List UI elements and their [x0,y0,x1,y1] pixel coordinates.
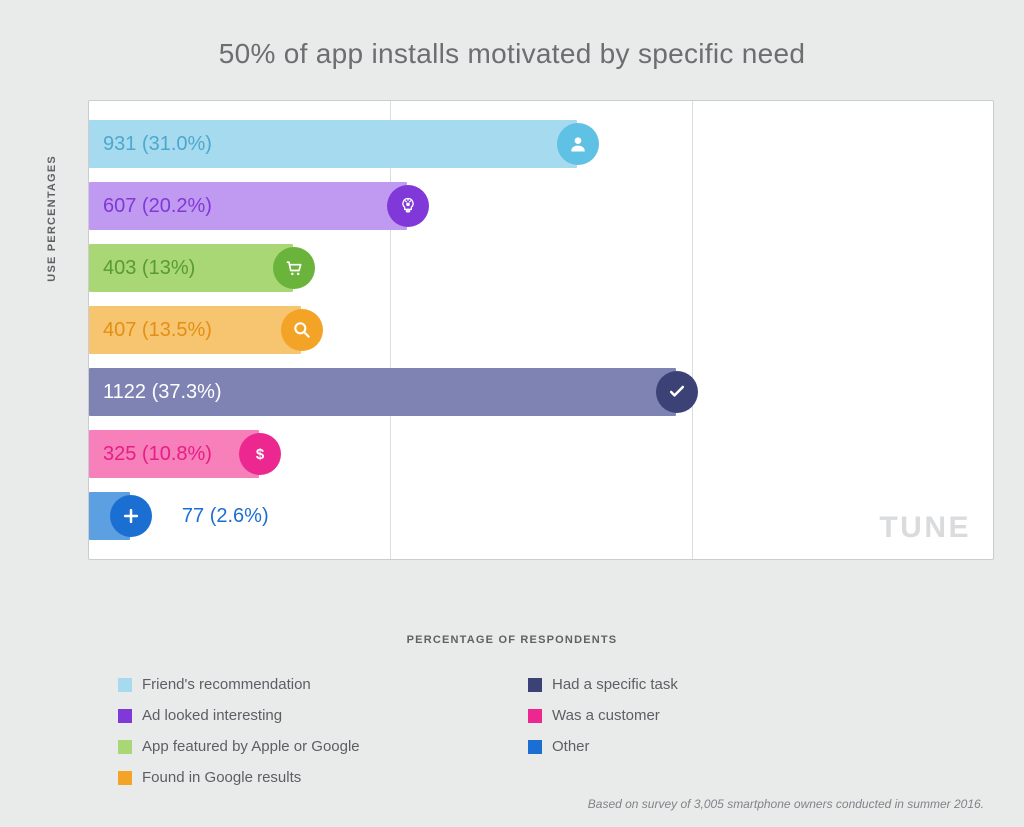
bars-container: 931 (31.0%) 607 (20.2%) 403 (13%) 407 (13.5… [89,101,993,559]
legend-swatch [118,740,132,754]
chart-wrap: USE PERCENTAGES 931 (31.0%)607 (20.2%)40… [88,100,994,590]
legend-item: Friend's recommendation [118,676,468,693]
legend: Friend's recommendation Had a specific ta… [118,676,878,786]
y-axis-label: USE PERCENTAGES [46,155,58,282]
bar-value-label: 1122 (37.3%) [103,381,222,404]
legend-label: Found in Google results [142,769,301,786]
legend-swatch [118,678,132,692]
lightbulb-icon [387,185,429,227]
legend-label: Friend's recommendation [142,676,311,693]
dollar-icon [239,433,281,475]
legend-swatch [528,678,542,692]
legend-swatch [528,740,542,754]
bar: 1122 (37.3%) [89,368,676,416]
bar: 403 (13%) [89,244,293,292]
bar-row: 403 (13%) [89,244,993,292]
bar-row: 77 (2.6%) [89,492,993,540]
bar-row: 1122 (37.3%) [89,368,993,416]
legend-item: Found in Google results [118,769,468,786]
legend-label: Other [552,738,590,755]
cart-icon [273,247,315,289]
bar: 931 (31.0%) [89,120,577,168]
legend-label: Had a specific task [552,676,678,693]
legend-label: Ad looked interesting [142,707,282,724]
legend-item: Was a customer [528,707,878,724]
bar: 325 (10.8%) [89,430,259,478]
legend-swatch [118,709,132,723]
legend-item: Ad looked interesting [118,707,468,724]
bar-value-label: 931 (31.0%) [103,133,212,156]
legend-item: Other [528,738,878,755]
bar-value-label: 407 (13.5%) [103,319,212,342]
bar-row: 325 (10.8%) [89,430,993,478]
check-icon [656,371,698,413]
person-icon [557,123,599,165]
bar-value-label: 403 (13%) [103,257,195,280]
bar-value-label: 325 (10.8%) [103,443,212,466]
legend-item: App featured by Apple or Google [118,738,468,755]
bar-row: 407 (13.5%) [89,306,993,354]
x-axis-label: PERCENTAGE OF RESPONDENTS [30,634,994,646]
bar-value-label: 77 (2.6%) [182,505,269,528]
chart-footnote: Based on survey of 3,005 smartphone owne… [588,797,984,811]
bar-value-label: 607 (20.2%) [103,195,212,218]
bar: 77 (2.6%) [89,492,130,540]
bar: 607 (20.2%) [89,182,407,230]
chart-plot-area: 931 (31.0%) 607 (20.2%) 403 (13%) 407 (13.5… [88,100,994,560]
legend-item: Had a specific task [528,676,878,693]
watermark: TUNE [879,511,971,545]
bar-row: 607 (20.2%) [89,182,993,230]
legend-swatch [528,709,542,723]
bar: 407 (13.5%) [89,306,301,354]
magnifier-icon [281,309,323,351]
legend-label: Was a customer [552,707,660,724]
chart-title: 50% of app installs motivated by specifi… [30,38,994,70]
legend-swatch [118,771,132,785]
legend-label: App featured by Apple or Google [142,738,360,755]
bar-row: 931 (31.0%) [89,120,993,168]
plus-icon [110,495,152,537]
